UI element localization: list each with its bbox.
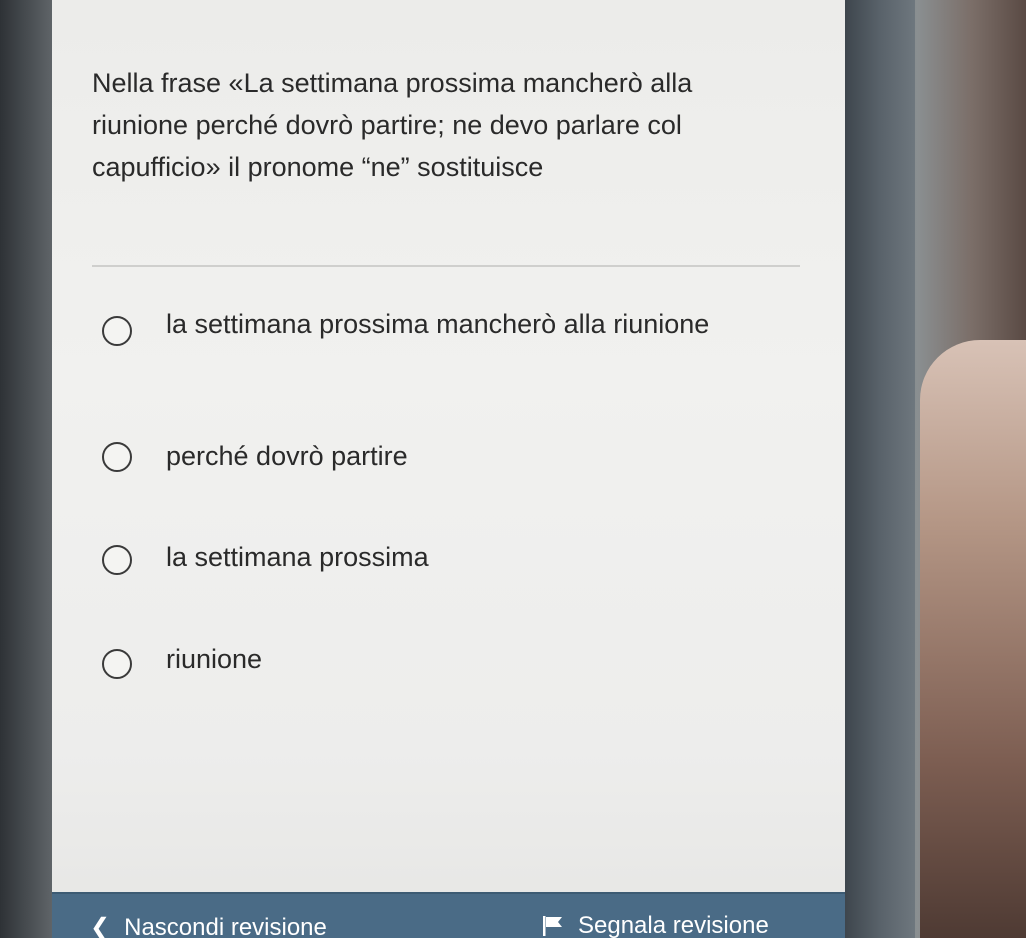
device-bezel-right: [845, 0, 1026, 938]
answer-option[interactable]: perché dovrò partire: [102, 440, 762, 472]
answer-option-label: perché dovrò partire: [166, 441, 408, 471]
device-bezel-left: [0, 0, 52, 938]
report-review-button[interactable]: Segnala revisione: [542, 912, 769, 938]
answer-option[interactable]: la settimana prossima mancherò alla riun…: [102, 308, 762, 346]
radio-button[interactable]: [102, 545, 132, 575]
report-review-label: Segnala revisione: [578, 912, 769, 938]
answer-option-label: la settimana prossima: [166, 542, 429, 572]
answer-option-label: riunione: [166, 644, 263, 674]
review-bar: ❮ Nascondi revisione Segnala revisione: [52, 892, 845, 938]
answer-option[interactable]: riunione: [102, 643, 762, 679]
divider: [92, 265, 800, 267]
question-text: Nella frase «La settimana prossima manch…: [92, 68, 693, 182]
answer-option[interactable]: la settimana prossima: [102, 541, 762, 575]
radio-button[interactable]: [102, 316, 132, 346]
finger: [920, 340, 1026, 938]
radio-button[interactable]: [102, 442, 132, 472]
hide-review-label: Nascondi revisione: [124, 914, 327, 938]
quiz-screen: Nella frase «La settimana prossima manch…: [52, 0, 845, 938]
bezel-edge: [845, 0, 915, 938]
hide-review-button[interactable]: ❮ Nascondi revisione: [90, 914, 327, 938]
answer-option-label: la settimana prossima mancherò alla riun…: [166, 309, 710, 339]
radio-button[interactable]: [102, 649, 132, 679]
flag-icon: [542, 915, 564, 937]
chevron-left-icon: ❮: [90, 914, 111, 938]
